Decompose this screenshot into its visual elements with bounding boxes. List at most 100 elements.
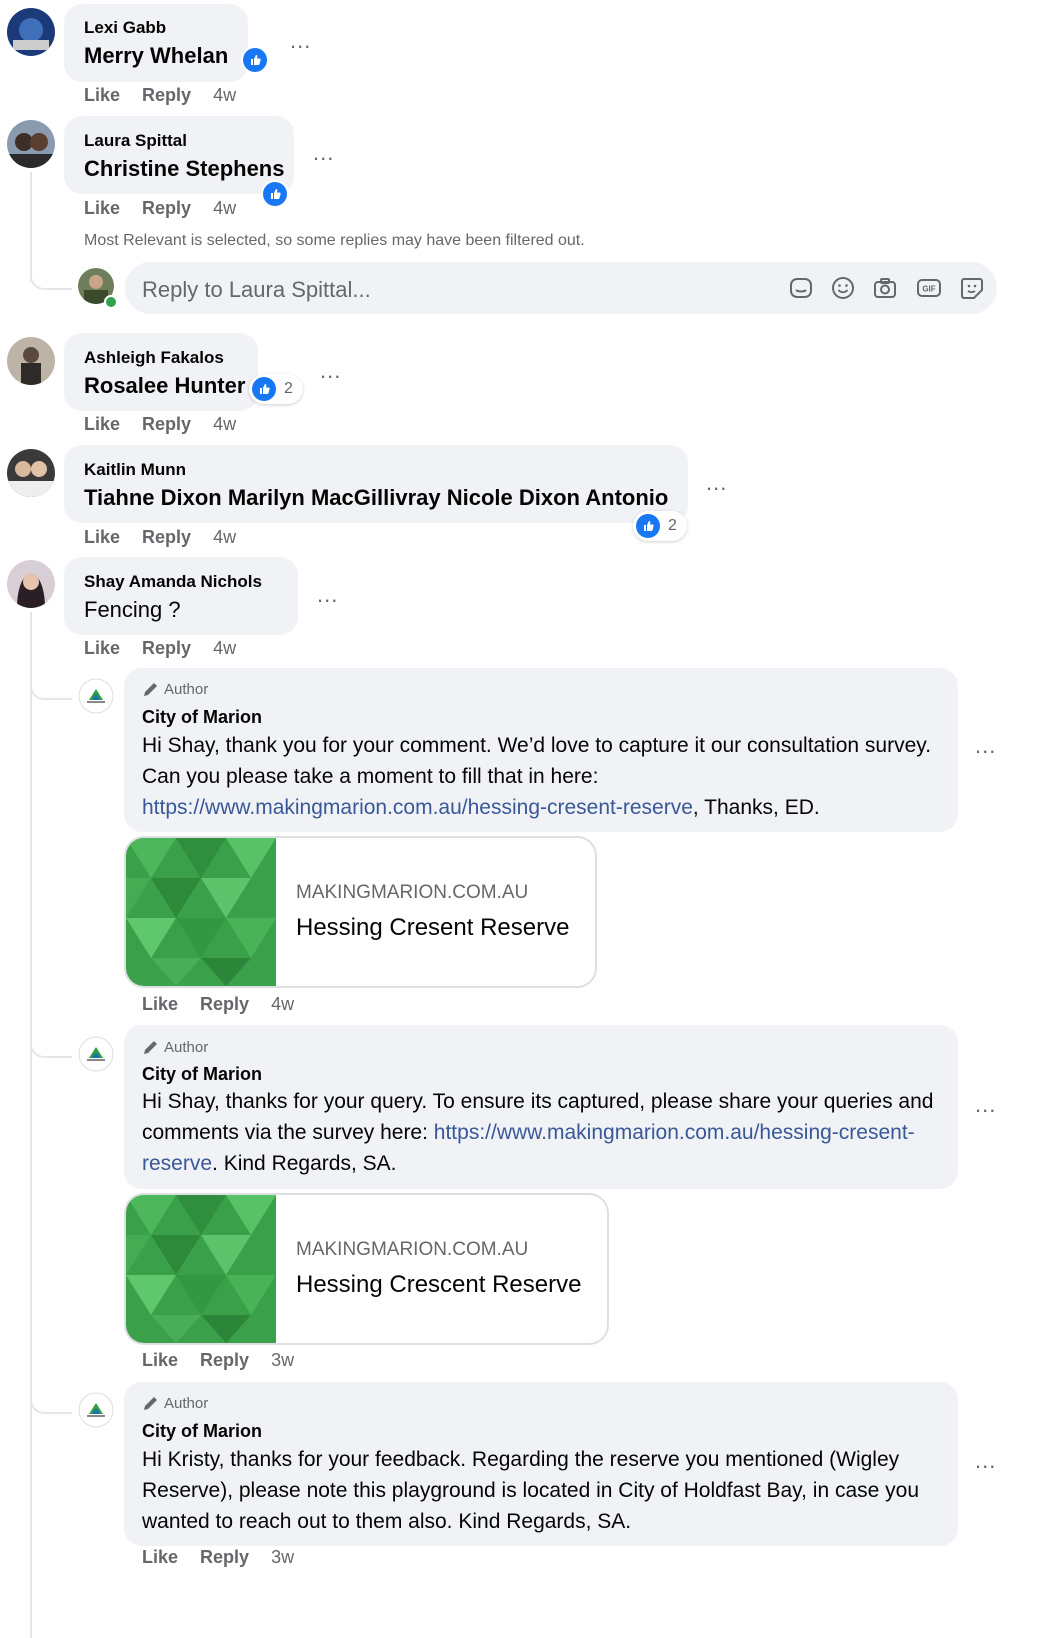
more-options-icon[interactable]: ...	[320, 358, 341, 384]
author-badge-label: Author	[164, 680, 209, 698]
author-badge: Author	[142, 1394, 208, 1412]
like-button[interactable]: Like	[84, 527, 120, 547]
comment-author[interactable]: Shay Amanda Nichols	[84, 572, 262, 592]
thread-connector	[30, 1374, 72, 1414]
like-reaction-icon[interactable]	[241, 46, 269, 74]
reply-link[interactable]: https://www.makingmarion.com.au/hessing-…	[142, 796, 693, 819]
preview-thumbnail	[126, 838, 276, 986]
thread-connector	[30, 660, 72, 700]
like-button[interactable]: Like	[142, 994, 178, 1014]
like-reaction-icon	[250, 375, 278, 403]
timestamp[interactable]: 4w	[271, 994, 294, 1014]
page-name[interactable]: City of Marion	[142, 1421, 262, 1442]
comment-actions: Like Reply 4w	[84, 85, 258, 106]
comment-bubble	[64, 557, 298, 635]
like-button[interactable]: Like	[84, 414, 120, 434]
reply-button[interactable]: Reply	[200, 1547, 249, 1567]
comment-text[interactable]: Tiahne Dixon Marilyn MacGillivray Nicole…	[84, 485, 668, 511]
preview-title: Hessing Cresent Reserve	[296, 914, 570, 941]
preview-title: Hessing Crescent Reserve	[296, 1271, 582, 1298]
link-preview-card[interactable]: MAKINGMARION.COM.AU Hessing Crescent Res…	[124, 1193, 609, 1345]
comment-text[interactable]: Merry Whelan	[84, 43, 228, 69]
reply-button[interactable]: Reply	[142, 85, 191, 105]
page-name[interactable]: City of Marion	[142, 1064, 262, 1085]
timestamp[interactable]: 4w	[213, 198, 236, 218]
comment-text[interactable]: Christine Stephens	[84, 156, 284, 182]
comment-bubble	[64, 116, 294, 194]
avatar[interactable]	[7, 449, 55, 497]
more-options-icon[interactable]: ...	[317, 582, 338, 608]
sticker-icon[interactable]	[959, 275, 985, 301]
thread-connector	[30, 1018, 72, 1058]
page-name[interactable]: City of Marion	[142, 707, 262, 728]
comment-bubble	[64, 333, 258, 411]
reply-button[interactable]: Reply	[200, 1350, 249, 1370]
avatar[interactable]	[7, 560, 55, 608]
pencil-icon	[144, 1397, 157, 1410]
gif-icon[interactable]: GIF	[916, 275, 942, 301]
camera-icon[interactable]	[872, 275, 898, 301]
more-options-icon[interactable]: ...	[975, 733, 996, 759]
pencil-icon	[144, 1041, 157, 1054]
link-preview-card[interactable]: MAKINGMARION.COM.AU Hessing Cresent Rese…	[124, 836, 597, 988]
pencil-icon	[144, 683, 157, 696]
author-badge: Author	[142, 1038, 208, 1056]
reply-button[interactable]: Reply	[142, 638, 191, 658]
comment-author[interactable]: Kaitlin Munn	[84, 460, 186, 480]
page-avatar[interactable]	[78, 1036, 114, 1072]
reply-text: Hi Kristy, thanks for your feedback. Reg…	[142, 1448, 920, 1533]
more-options-icon[interactable]: ...	[290, 28, 311, 54]
online-status-dot	[104, 295, 118, 309]
avatar[interactable]	[7, 337, 55, 385]
like-button[interactable]: Like	[84, 198, 120, 218]
reply-input[interactable]: Reply to Laura Spittal...	[142, 277, 371, 303]
timestamp[interactable]: 4w	[213, 85, 236, 105]
reply-actions: Like Reply 4w	[142, 994, 316, 1015]
thread-line	[30, 612, 32, 1638]
preview-domain: MAKINGMARION.COM.AU	[296, 1239, 529, 1260]
comment-text[interactable]: Fencing ?	[84, 597, 181, 623]
author-badge: Author	[142, 680, 208, 698]
timestamp[interactable]: 4w	[213, 414, 236, 434]
like-reaction-icon[interactable]	[261, 180, 289, 208]
reply-button[interactable]: Reply	[142, 527, 191, 547]
comment-actions: Like Reply 4w	[84, 414, 258, 435]
comment-author[interactable]: Lexi Gabb	[84, 18, 166, 38]
like-button[interactable]: Like	[84, 638, 120, 658]
timestamp[interactable]: 3w	[271, 1547, 294, 1567]
reply-button[interactable]: Reply	[200, 994, 249, 1014]
comment-author[interactable]: Laura Spittal	[84, 131, 187, 151]
reply-button[interactable]: Reply	[142, 414, 191, 434]
reaction-count: 2	[668, 517, 677, 534]
timestamp[interactable]: 4w	[213, 527, 236, 547]
avatar-sticker-icon[interactable]	[788, 275, 814, 301]
avatar[interactable]	[7, 8, 55, 56]
timestamp[interactable]: 4w	[213, 638, 236, 658]
like-button[interactable]: Like	[142, 1547, 178, 1567]
like-button[interactable]: Like	[84, 85, 120, 105]
preview-domain: MAKINGMARION.COM.AU	[296, 882, 529, 903]
more-options-icon[interactable]: ...	[313, 140, 334, 166]
reply-actions: Like Reply 3w	[142, 1547, 316, 1568]
avatar[interactable]	[7, 120, 55, 168]
thread-connector	[30, 250, 72, 290]
comment-author[interactable]: Ashleigh Fakalos	[84, 348, 224, 368]
more-options-icon[interactable]: ...	[706, 470, 727, 496]
page-avatar[interactable]	[78, 1392, 114, 1428]
page-avatar[interactable]	[78, 678, 114, 714]
emoji-icon[interactable]	[830, 275, 856, 301]
reply-text: Hi Shay, thank you for your comment. We’…	[142, 730, 942, 823]
reply-button[interactable]: Reply	[142, 198, 191, 218]
like-button[interactable]: Like	[142, 1350, 178, 1370]
reply-text-tail: . Kind Regards, SA.	[212, 1152, 397, 1175]
more-options-icon[interactable]: ...	[975, 1448, 996, 1474]
comment-bubble	[64, 445, 688, 523]
author-badge-label: Author	[164, 1038, 209, 1056]
reply-actions: Like Reply 3w	[142, 1350, 316, 1371]
timestamp[interactable]: 3w	[271, 1350, 294, 1370]
comment-actions: Like Reply 4w	[84, 198, 258, 219]
reaction-count: 2	[284, 380, 293, 397]
more-options-icon[interactable]: ...	[975, 1092, 996, 1118]
comment-actions: Like Reply 4w	[84, 638, 258, 659]
comment-text[interactable]: Rosalee Hunter	[84, 373, 245, 399]
